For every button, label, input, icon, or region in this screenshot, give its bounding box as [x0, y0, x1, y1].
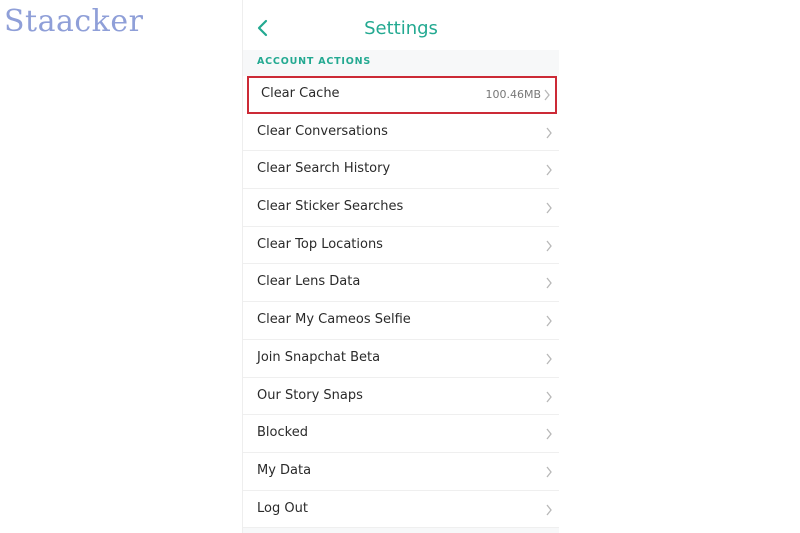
list-item-label: Clear Search History [257, 161, 391, 177]
chevron-right-icon [546, 353, 552, 365]
list-item-log-out[interactable]: Log Out [243, 491, 559, 529]
chevron-right-icon [546, 504, 552, 515]
list-item-label: Clear Top Locations [257, 236, 383, 252]
list-item-blocked[interactable]: Blocked [243, 415, 559, 453]
chevron-right-icon [546, 164, 552, 176]
list-item-clear-search-history[interactable]: Clear Search History [243, 151, 559, 190]
section-header: ACCOUNT ACTIONS [257, 56, 372, 67]
chevron-right-icon [546, 466, 552, 478]
list-item-clear-my-cameos-selfie[interactable]: Clear My Cameos Selfie [243, 302, 559, 340]
list-item-label: Clear Lens Data [257, 274, 361, 290]
list-item-clear-top-locations[interactable]: Clear Top Locations [243, 227, 559, 265]
cache-size: 100.46MB [485, 88, 541, 101]
list-item-label: My Data [257, 462, 312, 478]
chevron-right-icon [546, 428, 552, 440]
list-item-my-data[interactable]: My Data [243, 453, 559, 491]
settings-list: Clear Cache 100.46MB Clear Conversations… [243, 76, 559, 529]
list-item-join-snapchat-beta[interactable]: Join Snapchat Beta [243, 340, 559, 378]
chevron-right-icon [546, 315, 552, 327]
chevron-right-icon [546, 202, 552, 214]
header: Settings [243, 0, 559, 50]
list-item-our-story-snaps[interactable]: Our Story Snaps [243, 378, 559, 416]
list-item-label: Clear Conversations [257, 123, 388, 139]
page-title: Settings [364, 18, 438, 39]
list-item-label: Clear My Cameos Selfie [257, 312, 411, 328]
list-item-clear-sticker-searches[interactable]: Clear Sticker Searches [243, 189, 559, 227]
list-item-clear-conversations[interactable]: Clear Conversations [243, 114, 559, 152]
list-item-clear-lens-data[interactable]: Clear Lens Data [243, 264, 559, 303]
chevron-right-icon [544, 89, 550, 101]
watermark-logo: Staacker [4, 4, 144, 39]
list-item-clear-cache[interactable]: Clear Cache 100.46MB [247, 76, 557, 114]
list-item-label: Blocked [257, 425, 308, 441]
settings-screen: Settings ACCOUNT ACTIONS Clear Cache 100… [242, 0, 559, 533]
list-item-label: Our Story Snaps [257, 387, 363, 403]
list-item-label: Clear Cache [261, 86, 340, 101]
chevron-right-icon [546, 127, 552, 139]
chevron-right-icon [546, 391, 552, 402]
list-item-label: Clear Sticker Searches [257, 199, 404, 215]
chevron-right-icon [546, 240, 552, 252]
list-item-label: Log Out [257, 500, 308, 516]
chevron-right-icon [546, 278, 552, 289]
list-item-label: Join Snapchat Beta [257, 349, 381, 365]
